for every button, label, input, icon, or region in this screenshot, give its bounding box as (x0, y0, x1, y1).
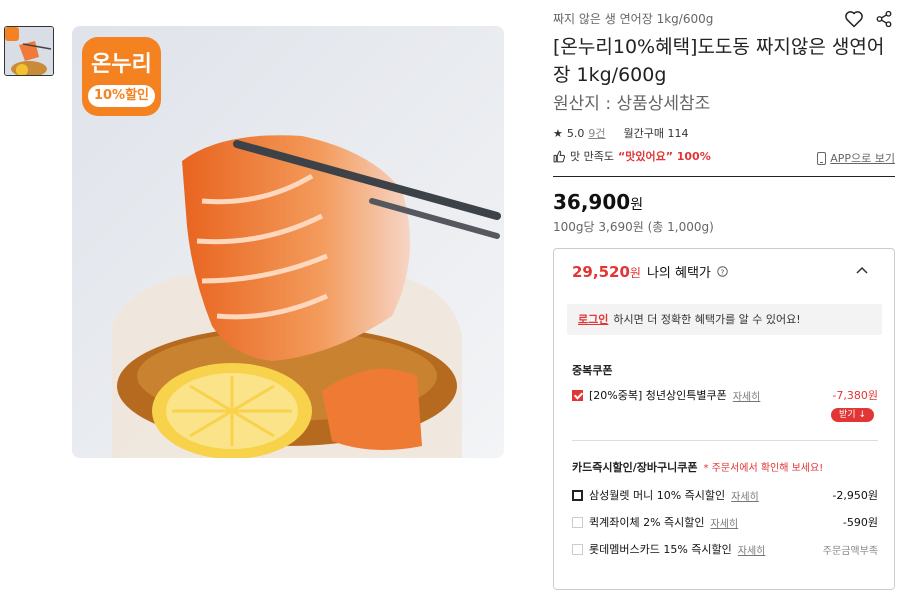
card-discount-note: * 주문서에서 확인해 보세요! (703, 463, 824, 474)
sale-price: 36,900원 (553, 190, 643, 214)
card-label: 삼성월렛 머니 10% 즉시할인 (589, 489, 726, 502)
thumbnail-photo (5, 27, 53, 75)
star-icon: ★ (553, 126, 563, 140)
card-detail-link[interactable]: 자세히 (731, 488, 759, 503)
login-link[interactable]: 로그인 (578, 313, 608, 326)
card-amount: -2,950원 (832, 489, 878, 502)
svg-text:?: ? (720, 267, 724, 276)
card-checkbox[interactable] (572, 516, 583, 528)
product-main-image: 온누리 10%할인 (72, 26, 504, 458)
coupon-amount: -7,380원 (832, 389, 878, 402)
info-icon[interactable]: ? (717, 266, 728, 277)
review-count-link[interactable]: 9건 (588, 125, 605, 141)
coupon-checkbox[interactable] (572, 389, 583, 401)
card-discount-title-text: 카드즉시할인/장바구니쿠폰 (572, 461, 698, 474)
benefit-amount-unit: 원 (629, 265, 641, 280)
card-discount-title: 카드즉시할인/장바구니쿠폰 * 주문서에서 확인해 보세요! (572, 459, 823, 475)
card-amount: 주문금액부족 (822, 545, 878, 557)
benefit-amount-value: 29,520 (572, 262, 630, 281)
card-detail-link[interactable]: 자세히 (711, 515, 739, 530)
monthly-purchase: 월간구매 114 (623, 127, 689, 140)
card-discount-row: 퀵계좌이체 2% 즉시할인 자세히 -590원 (572, 514, 878, 530)
card-label: 퀵계좌이체 2% 즉시할인 (589, 516, 705, 529)
badge-title: 온누리 (91, 52, 152, 77)
heart-icon[interactable] (844, 9, 864, 29)
mobile-phone-icon (817, 151, 827, 165)
price-unit: 원 (630, 197, 644, 213)
card-checkbox[interactable] (572, 489, 583, 501)
card-label: 롯데멤버스카드 15% 즉시할인 (589, 543, 732, 556)
onnuri-discount-badge: 온누리 10%할인 (82, 37, 161, 116)
card-checkbox[interactable] (572, 543, 583, 555)
section-divider (572, 440, 878, 441)
share-icon[interactable] (875, 9, 893, 29)
benefit-label: 나의 혜택가 (646, 266, 711, 281)
benefit-amount: 29,520원 (572, 263, 641, 281)
divider (553, 176, 895, 177)
rating-summary: ★ 5.0 9건 월간구매 114 (553, 125, 688, 141)
product-origin: 원산지 : 상품상세참조 (553, 94, 711, 114)
coupon-detail-link[interactable]: 자세히 (733, 388, 761, 403)
card-discount-row: 삼성월렛 머니 10% 즉시할인 자세히 -2,950원 (572, 487, 878, 503)
satisfaction-value: “맛있어요” 100% (617, 150, 711, 163)
chevron-up-icon[interactable] (856, 266, 868, 274)
rating-score: 5.0 (566, 126, 585, 140)
benefit-price-header[interactable]: 29,520원 나의 혜택가 ? (572, 262, 728, 281)
satisfaction-summary: 맛 만족도 “맛있어요” 100% (553, 148, 711, 164)
app-view-label: APP으로 보기 (830, 152, 895, 165)
card-detail-link[interactable]: 자세히 (738, 542, 766, 557)
product-title: [온누리10%혜택]도도동 짜지않은 생연어장 1kg/600g (553, 36, 885, 86)
price-value: 36,900 (553, 190, 631, 214)
app-view-link[interactable]: APP으로 보기 (817, 150, 895, 166)
breadcrumb[interactable]: 짜지 않은 생 연어장 1kg/600g (553, 10, 713, 27)
satisfaction-label: 맛 만족도 (570, 150, 614, 163)
thumbs-up-icon (553, 150, 566, 162)
unit-price: 100g당 3,690원 (총 1,000g) (553, 220, 714, 234)
coupon-download-button[interactable]: 받기 ↓ (831, 408, 874, 422)
duplicate-coupon-row: [20%중복] 청년상인특별쿠폰 자세히 -7,380원 (572, 387, 878, 403)
login-notice-text: 하시면 더 정확한 혜택가를 알 수 있어요! (613, 313, 801, 326)
badge-discount: 10%할인 (88, 85, 155, 107)
benefit-panel: 29,520원 나의 혜택가 ? 로그인 하시면 더 정확한 혜택가를 알 수 있… (553, 248, 895, 590)
thumbnail-image[interactable] (4, 26, 54, 76)
coupon-label: [20%중복] 청년상인특별쿠폰 (589, 389, 727, 402)
duplicate-coupon-title: 중복쿠폰 (572, 364, 613, 377)
card-discount-row: 롯데멤버스카드 15% 즉시할인 자세히 주문금액부족 (572, 541, 878, 557)
login-notice: 로그인 하시면 더 정확한 혜택가를 알 수 있어요! (567, 304, 882, 335)
card-amount: -590원 (842, 516, 878, 529)
